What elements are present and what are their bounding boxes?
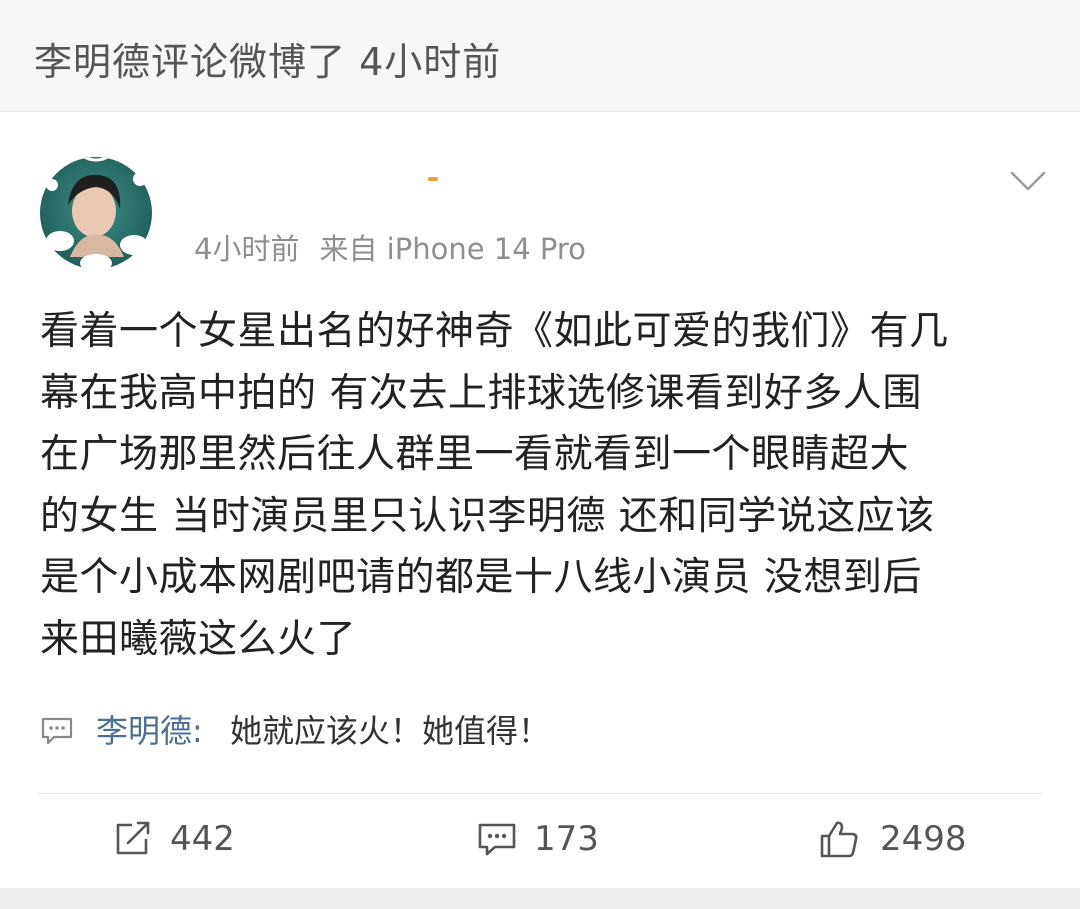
- avatar[interactable]: [30, 145, 162, 277]
- weibo-comment-notification: 李明德评论微博了 4小时前 4小时前 来自 iPhone 14 Pro 看着一个…: [0, 0, 1080, 909]
- post-body-line: 是个小成本网剧吧请的都是十八线小演员 没想到后: [40, 555, 922, 600]
- reply-text: 她就应该火！她值得！: [230, 712, 551, 750]
- like-count: 2498: [880, 819, 967, 859]
- thumbs-up-icon: [818, 819, 860, 859]
- chevron-down-icon[interactable]: [1008, 169, 1048, 193]
- bottom-separator: [0, 888, 1080, 909]
- username-placeholder[interactable]: [200, 169, 460, 209]
- comment-icon: [476, 819, 518, 859]
- post-body-line: 在广场那里然后往人群里一看就看到一个眼睛超大: [40, 432, 910, 477]
- post-body-line: 的女生 当时演员里只认识李明德 还和同学说这应该: [40, 493, 935, 539]
- repost-count: 442: [170, 819, 235, 859]
- comment-bubble-icon: [40, 715, 74, 747]
- post-body-line: 看着一个女星出名的好神奇《如此可爱的我们》有几: [40, 309, 949, 354]
- post-meta: 4小时前 来自 iPhone 14 Pro: [194, 229, 586, 269]
- activity-text: 李明德评论微博了 4小时前: [34, 40, 502, 84]
- username-mark: [428, 177, 438, 181]
- post-source[interactable]: 来自 iPhone 14 Pro: [319, 232, 585, 266]
- divider: [38, 793, 1042, 794]
- like-button[interactable]: 2498: [818, 813, 1018, 865]
- post-body[interactable]: 看着一个女星出名的好神奇《如此可爱的我们》有几 幕在我高中拍的 有次去上排球选修…: [40, 301, 1040, 670]
- comment-count: 173: [534, 819, 599, 859]
- post-time: 4小时前: [194, 232, 300, 266]
- post-card[interactable]: 4小时前 来自 iPhone 14 Pro 看着一个女星出名的好神奇《如此可爱的我…: [0, 113, 1080, 888]
- post-body-line: 幕在我高中拍的 有次去上排球选修课看到好多人围: [40, 370, 922, 416]
- post-body-line: 来田曦薇这么火了: [40, 616, 357, 662]
- activity-header: 李明德评论微博了 4小时前: [0, 0, 1080, 112]
- reply-author[interactable]: 李明德:: [96, 707, 203, 755]
- repost-icon: [112, 819, 154, 859]
- avatar-image: [30, 145, 162, 277]
- comment-button[interactable]: 173: [476, 813, 636, 865]
- repost-button[interactable]: 442: [112, 813, 272, 865]
